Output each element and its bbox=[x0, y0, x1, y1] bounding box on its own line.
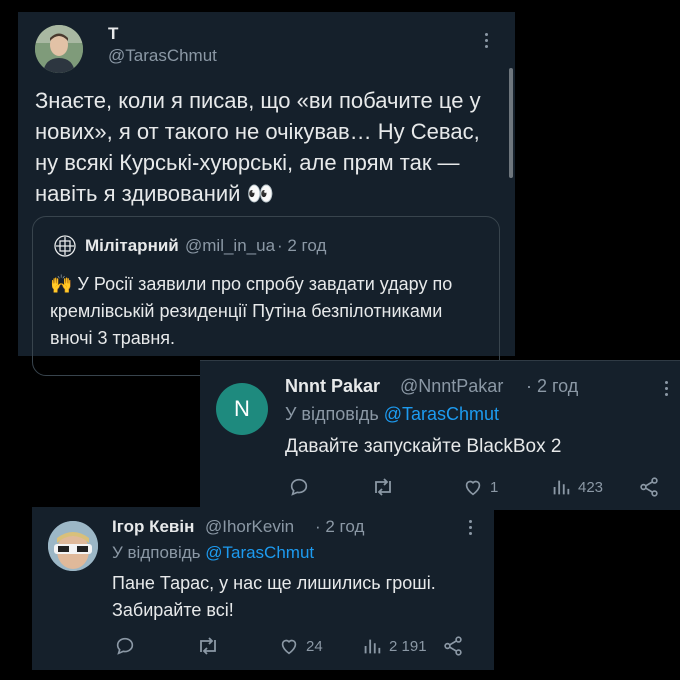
views-button[interactable]: 423 bbox=[550, 476, 603, 498]
avatar[interactable] bbox=[48, 521, 98, 571]
avatar-letter: N bbox=[234, 396, 250, 421]
share-button[interactable] bbox=[638, 476, 660, 498]
quote-author-handle[interactable]: @mil_in_ua bbox=[185, 236, 275, 256]
more-options-icon[interactable] bbox=[485, 33, 491, 51]
views-count: 423 bbox=[578, 478, 604, 496]
reply-text: Пане Тарас, у нас ще лишились гроші. Заб… bbox=[112, 573, 436, 620]
retweet-icon bbox=[375, 478, 391, 496]
reply-time[interactable]: · 2 год bbox=[315, 517, 364, 537]
retweet-button[interactable] bbox=[371, 476, 395, 498]
reply-card-ihor[interactable]: Ігор Кевін @IhorKevin · 2 год У відповід… bbox=[32, 507, 494, 670]
militarnyi-logo-icon bbox=[53, 234, 77, 258]
share-icon bbox=[640, 477, 658, 497]
avatar[interactable] bbox=[35, 25, 83, 73]
views-icon bbox=[553, 480, 570, 495]
replying-to-link[interactable]: @TarasChmut bbox=[205, 543, 314, 562]
reply-card-nnnt[interactable]: N Nnnt Pakar @NnntPakar · 2 год У відпов… bbox=[200, 360, 680, 510]
like-button[interactable]: 1 bbox=[462, 476, 498, 498]
reply-author-name[interactable]: Nnnt Pakar bbox=[285, 376, 380, 397]
views-count: 2 191 bbox=[389, 637, 427, 655]
replying-to-label: У відповідь bbox=[112, 543, 201, 562]
reply-author-handle[interactable]: @IhorKevin bbox=[205, 517, 294, 537]
comment-icon bbox=[116, 637, 134, 655]
heart-icon bbox=[465, 480, 481, 496]
quote-time[interactable]: · 2 год bbox=[277, 236, 326, 256]
quote-author-name[interactable]: Мілітарний bbox=[85, 236, 179, 256]
share-button[interactable] bbox=[442, 635, 464, 657]
retweet-button[interactable] bbox=[196, 635, 220, 657]
like-count: 1 bbox=[490, 478, 499, 496]
reply-button[interactable] bbox=[288, 476, 310, 498]
retweet-icon bbox=[200, 637, 216, 655]
quoted-tweet[interactable]: Мілітарний @mil_in_ua · 2 год 🙌 У Росії … bbox=[32, 216, 500, 376]
reply-author-name[interactable]: Ігор Кевін bbox=[112, 517, 194, 537]
like-button[interactable]: 24 bbox=[278, 635, 323, 657]
replying-to: У відповідь @TarasChmut bbox=[112, 543, 314, 563]
more-options-icon[interactable] bbox=[469, 520, 475, 538]
quote-text: 🙌 У Росії заявили про спробу завдати уда… bbox=[50, 274, 453, 348]
author-handle[interactable]: @TarasChmut bbox=[108, 46, 217, 66]
like-count: 24 bbox=[306, 637, 323, 655]
reply-author-handle[interactable]: @NnntPakar bbox=[400, 376, 503, 397]
tweet-text: Знаєте, коли я писав, що «ви побачите це… bbox=[35, 88, 481, 206]
comment-icon bbox=[290, 478, 308, 496]
scrollbar[interactable] bbox=[509, 68, 513, 178]
reply-text: Давайте запускайте BlackBox 2 bbox=[285, 436, 562, 457]
reply-time[interactable]: · 2 год bbox=[526, 376, 578, 397]
heart-icon bbox=[281, 639, 297, 655]
views-button[interactable]: 2 191 bbox=[361, 635, 427, 657]
replying-to: У відповідь @TarasChmut bbox=[285, 404, 499, 425]
views-icon bbox=[364, 639, 381, 654]
avatar[interactable]: N bbox=[216, 383, 268, 435]
replying-to-link[interactable]: @TarasChmut bbox=[384, 404, 499, 424]
more-options-icon[interactable] bbox=[665, 381, 671, 399]
main-tweet-card[interactable]: Т @TarasChmut Знаєте, коли я писав, що «… bbox=[18, 12, 515, 376]
share-icon bbox=[444, 636, 462, 656]
replying-to-label: У відповідь bbox=[285, 404, 379, 424]
author-name[interactable]: Т bbox=[108, 24, 118, 44]
reply-button[interactable] bbox=[114, 635, 136, 657]
